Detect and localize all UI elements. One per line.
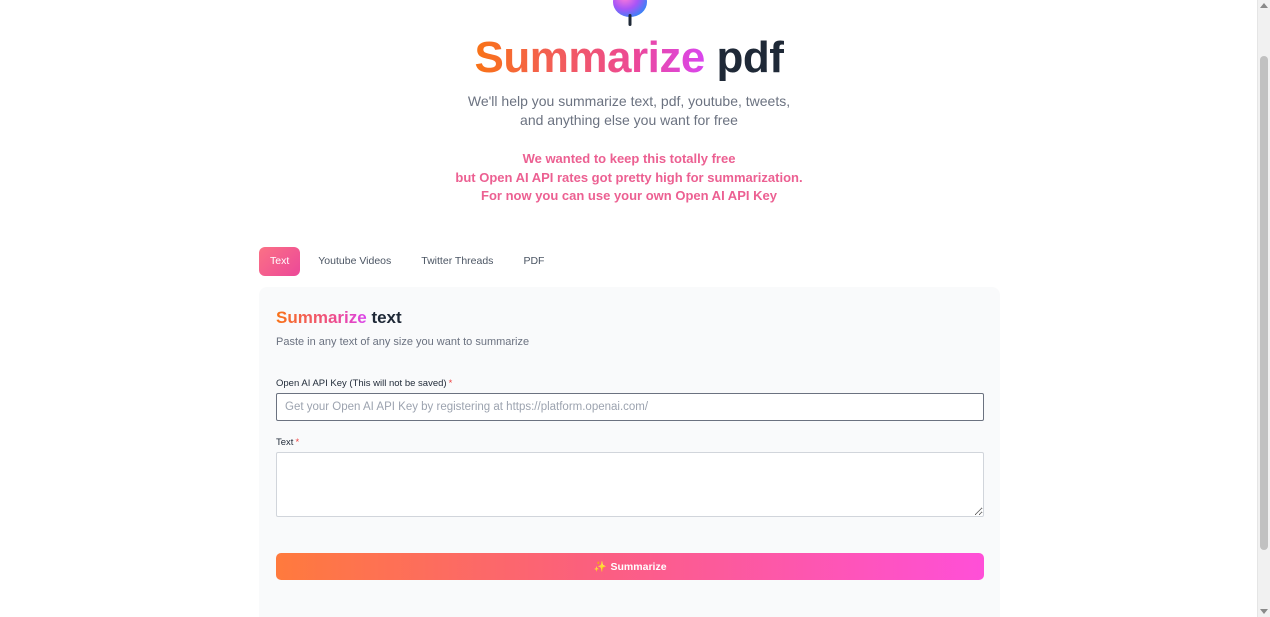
scroll-up-icon[interactable] bbox=[1260, 3, 1268, 8]
scrollbar-thumb[interactable] bbox=[1260, 56, 1268, 550]
api-key-label: Open AI API Key (This will not be saved)… bbox=[276, 378, 452, 389]
page-title-rest: pdf bbox=[716, 33, 784, 82]
required-marker: * bbox=[295, 437, 300, 448]
card-title-rest: text bbox=[371, 308, 402, 327]
subtitle-line: and anything else you want for free bbox=[520, 111, 738, 128]
notice-line: We wanted to keep this totally free bbox=[522, 151, 736, 166]
page-scrollbar[interactable] bbox=[1257, 0, 1270, 617]
required-marker: * bbox=[448, 378, 453, 389]
card-title: Summarize text bbox=[276, 308, 402, 328]
source-tabs: Text Youtube Videos Twitter Threads PDF bbox=[259, 247, 561, 276]
card-title-highlight: Summarize bbox=[276, 308, 367, 327]
page-title: Summarize pdf bbox=[0, 32, 1258, 84]
tab-text[interactable]: Text bbox=[259, 247, 301, 276]
tab-pdf[interactable]: PDF bbox=[510, 247, 557, 276]
card-description: Paste in any text of any size you want t… bbox=[276, 336, 530, 348]
pricing-notice: We wanted to keep this totally free but … bbox=[0, 150, 1258, 206]
text-label: Text * bbox=[276, 437, 299, 448]
sparkles-icon: ✨ bbox=[593, 561, 607, 573]
api-key-label-text: Open AI API Key (This will not be saved) bbox=[276, 378, 447, 389]
notice-line: but Open AI API rates got pretty high fo… bbox=[455, 169, 803, 185]
summarize-button-label: Summarize bbox=[610, 561, 667, 573]
text-input[interactable] bbox=[276, 452, 984, 517]
text-label-text: Text bbox=[276, 437, 294, 448]
api-key-input[interactable] bbox=[276, 393, 984, 421]
page-subtitle: We'll help you summarize text, pdf, yout… bbox=[0, 92, 1258, 129]
scroll-down-icon[interactable] bbox=[1260, 609, 1268, 614]
page-title-highlight: Summarize bbox=[474, 33, 706, 82]
page: Summarize pdf We'll help you summarize t… bbox=[0, 0, 1258, 617]
subtitle-line: We'll help you summarize text, pdf, yout… bbox=[467, 93, 791, 109]
notice-line: For now you can use your own Open AI API… bbox=[481, 188, 777, 203]
summarize-card: Summarize text Paste in any text of any … bbox=[259, 287, 1000, 617]
balloon-logo-icon bbox=[613, 0, 647, 26]
tab-youtube-videos[interactable]: Youtube Videos bbox=[305, 247, 404, 276]
summarize-button[interactable]: ✨ Summarize bbox=[276, 553, 984, 580]
tab-twitter-threads[interactable]: Twitter Threads bbox=[408, 247, 506, 276]
